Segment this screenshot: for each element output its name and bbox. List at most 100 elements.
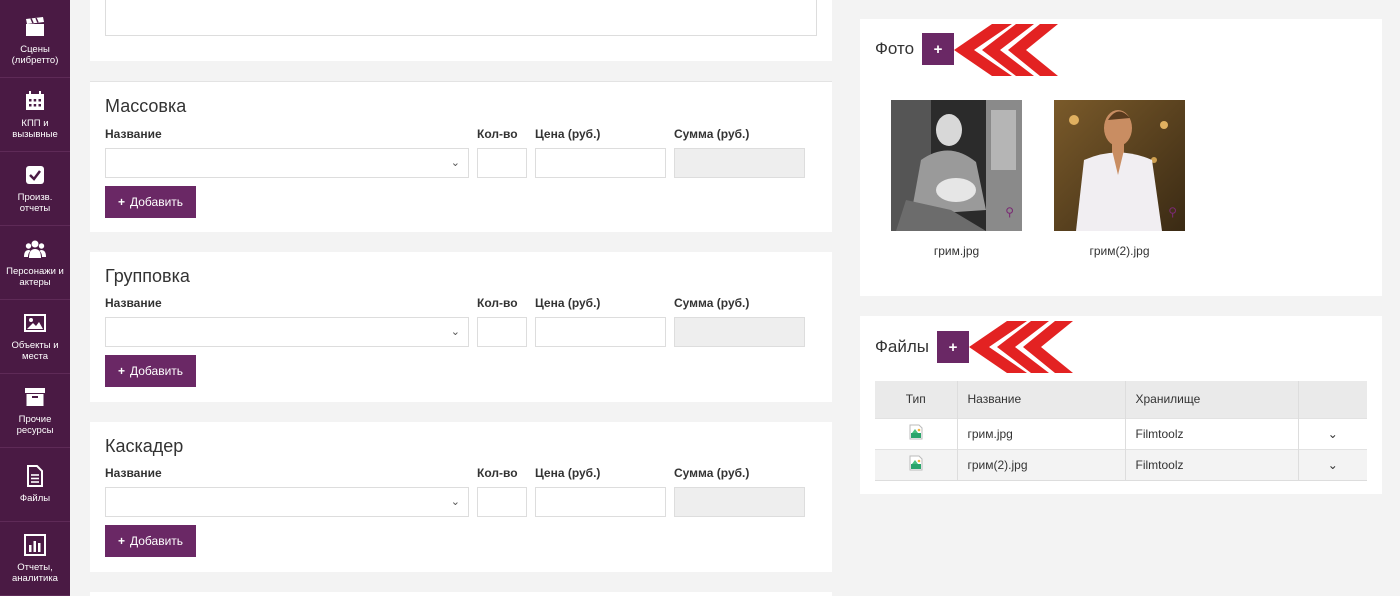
photo-thumbnail[interactable]: ⚲ <box>891 100 1022 231</box>
file-type-cell <box>875 448 958 481</box>
photo-caption: грим(2).jpg <box>1089 244 1150 258</box>
zoom-icon: ⚲ <box>1168 205 1177 219</box>
photo-thumbnail[interactable]: ⚲ <box>1054 100 1185 231</box>
label-name: Название <box>105 466 162 480</box>
section-stunt: Каскадер Название Кол-во Цена (руб.) Сум… <box>90 422 832 572</box>
zoom-icon: ⚲ <box>1005 205 1014 219</box>
section-title: Каскадер <box>105 436 184 456</box>
section-crowd: Массовка Название Кол-во Цена (руб.) Сум… <box>90 81 832 232</box>
chevron-down-icon: ⌄ <box>450 157 460 169</box>
plus-icon: + <box>948 338 958 356</box>
clapperboard-icon <box>26 16 44 36</box>
image-icon <box>24 313 46 332</box>
price-input[interactable] <box>535 317 666 347</box>
label-sum: Сумма (руб.) <box>674 466 750 480</box>
sidebar-item-files[interactable]: Файлы <box>0 448 70 522</box>
col-name: Название <box>957 381 1126 418</box>
add-button[interactable]: + Добавить <box>105 186 196 218</box>
price-input[interactable] <box>535 487 666 517</box>
arrow-pointer-icon <box>969 321 1073 373</box>
sidebar-item-label: Персонажи и актеры <box>6 265 64 288</box>
photo-title: Фото <box>875 39 915 58</box>
files-table: Тип Название Хранилище грим.jpg Filmtool… <box>875 381 1367 481</box>
sidebar-item-objects[interactable]: Объекты и места <box>0 300 70 374</box>
sidebar-item-label: Объекты и места <box>11 339 59 362</box>
people-icon <box>24 240 46 258</box>
plus-icon: + <box>117 534 125 548</box>
sum-field <box>674 317 805 347</box>
chevron-down-icon: ⌄ <box>1327 457 1338 472</box>
image-file-icon <box>909 455 923 471</box>
label-price: Цена (руб.) <box>535 127 601 141</box>
image-file-icon <box>909 424 923 440</box>
qty-input[interactable] <box>477 317 527 347</box>
sum-field <box>674 487 805 517</box>
col-type: Тип <box>875 381 958 418</box>
chevron-down-icon: ⌄ <box>450 326 460 338</box>
row-menu-toggle[interactable]: ⌄ <box>1298 417 1367 449</box>
file-storage: Filmtoolz <box>1125 417 1299 449</box>
sidebar: Сцены (либретто) КПП и вызывные Произв. … <box>0 0 70 596</box>
sidebar-item-analytics[interactable]: Отчеты, аналитика <box>0 522 70 596</box>
label-qty: Кол-во <box>477 296 518 310</box>
name-select[interactable]: ⌄ <box>105 317 469 347</box>
sidebar-item-characters[interactable]: Персонажи и актеры <box>0 226 70 300</box>
calendar-icon <box>26 90 44 110</box>
label-qty: Кол-во <box>477 127 518 141</box>
sidebar-item-reports[interactable]: Произв. отчеты <box>0 152 70 226</box>
chevron-down-icon: ⌄ <box>1327 426 1338 441</box>
sidebar-item-kpp[interactable]: КПП и вызывные <box>0 78 70 152</box>
qty-input[interactable] <box>477 148 527 178</box>
description-card <box>90 0 832 61</box>
col-actions <box>1298 381 1367 418</box>
label-price: Цена (руб.) <box>535 296 601 310</box>
label-sum: Сумма (руб.) <box>674 127 750 141</box>
plus-icon: + <box>117 195 125 209</box>
label-qty: Кол-во <box>477 466 518 480</box>
price-input[interactable] <box>535 148 666 178</box>
next-card <box>90 592 832 596</box>
sidebar-item-label: Произв. отчеты <box>17 191 53 214</box>
file-name: грим(2).jpg <box>957 448 1126 481</box>
add-button[interactable]: + Добавить <box>105 525 196 557</box>
section-title: Массовка <box>105 96 187 116</box>
add-button-label: Добавить <box>129 534 184 548</box>
sidebar-item-resources[interactable]: Прочие ресурсы <box>0 374 70 448</box>
table-header-row: Тип Название Хранилище <box>875 381 1367 418</box>
row-menu-toggle[interactable]: ⌄ <box>1298 448 1367 481</box>
archive-icon <box>25 387 45 406</box>
description-textarea[interactable] <box>105 0 817 36</box>
sidebar-item-scenes[interactable]: Сцены (либретто) <box>0 4 70 78</box>
add-photo-button[interactable]: + <box>922 33 954 65</box>
sidebar-item-label: Отчеты, аналитика <box>12 561 58 584</box>
add-button[interactable]: + Добавить <box>105 355 196 387</box>
add-button-label: Добавить <box>129 364 184 378</box>
file-type-cell <box>875 417 958 449</box>
files-title: Файлы <box>875 337 930 356</box>
chevron-down-icon: ⌄ <box>450 496 460 508</box>
section-group: Групповка Название Кол-во Цена (руб.) Су… <box>90 252 832 402</box>
plus-icon: + <box>933 40 943 58</box>
table-row[interactable]: грим(2).jpg Filmtoolz ⌄ <box>875 448 1367 481</box>
label-price: Цена (руб.) <box>535 466 601 480</box>
add-file-button[interactable]: + <box>937 331 969 363</box>
sidebar-item-label: КПП и вызывные <box>12 117 58 140</box>
sum-field <box>674 148 805 178</box>
sidebar-item-label: Сцены (либретто) <box>11 43 59 66</box>
label-sum: Сумма (руб.) <box>674 296 750 310</box>
file-icon <box>27 465 43 487</box>
arrow-pointer-icon <box>954 24 1058 76</box>
label-name: Название <box>105 127 162 141</box>
photo-card: Фото + ⚲ грим.jpg ⚲ грим(2).jpg <box>860 19 1382 296</box>
photo-image <box>891 100 1022 231</box>
col-storage: Хранилище <box>1125 381 1299 418</box>
checkbox-icon <box>26 165 44 184</box>
add-button-label: Добавить <box>129 195 184 209</box>
table-row[interactable]: грим.jpg Filmtoolz ⌄ <box>875 417 1367 449</box>
qty-input[interactable] <box>477 487 527 517</box>
name-select[interactable]: ⌄ <box>105 148 469 178</box>
file-name: грим.jpg <box>957 417 1126 449</box>
name-select[interactable]: ⌄ <box>105 487 469 517</box>
photo-caption: грим.jpg <box>933 244 980 258</box>
sidebar-item-label: Файлы <box>19 493 51 504</box>
